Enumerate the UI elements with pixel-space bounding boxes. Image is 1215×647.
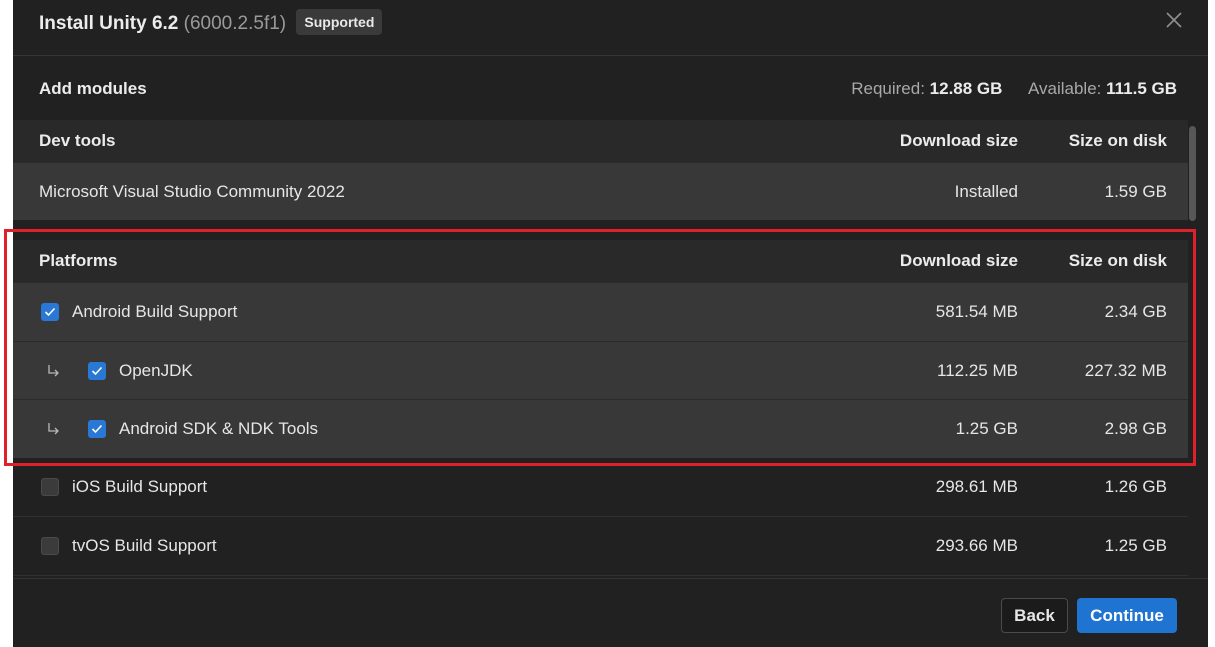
supported-badge: Supported <box>296 9 383 35</box>
check-icon <box>91 366 103 375</box>
module-name: OpenJDK <box>119 360 193 380</box>
space-summary: Required: 12.88 GB Available: 111.5 GB <box>851 79 1177 99</box>
required-label: Required: <box>851 79 925 98</box>
openjdk-checkbox[interactable] <box>88 361 106 380</box>
android-build-support-checkbox[interactable] <box>41 303 59 321</box>
check-icon <box>44 307 56 317</box>
module-disk-size: 1.25 GB <box>1104 536 1167 555</box>
dev-tools-disk-col: Size on disk <box>1068 131 1167 150</box>
module-disk-size: 2.34 GB <box>1104 302 1167 321</box>
module-disk-size: 2.98 GB <box>1104 419 1167 438</box>
module-download-size: 298.61 MB <box>935 477 1018 496</box>
list-item-visual-studio: Microsoft Visual Studio Community 2022 I… <box>13 162 1188 220</box>
title-main: Install Unity 6.2 <box>39 13 179 34</box>
dialog-title: Install Unity 6.2 (6000.2.5f1) Supported <box>39 9 383 35</box>
list-item-openjdk[interactable]: OpenJDK 112.25 MB 227.32 MB <box>13 341 1188 399</box>
modules-scrollbar[interactable] <box>1189 126 1196 577</box>
title-version: (6000.2.5f1) <box>183 13 287 34</box>
module-disk-size: 227.32 MB <box>1084 360 1167 380</box>
modules-list[interactable]: Dev tools Download size Size on disk Mic… <box>13 120 1188 578</box>
continue-button[interactable]: Continue <box>1077 598 1177 633</box>
ios-build-support-checkbox[interactable] <box>41 478 59 496</box>
module-name: Microsoft Visual Studio Community 2022 <box>39 181 345 201</box>
module-download-size: 1.25 GB <box>955 419 1018 438</box>
platforms-download-col: Download size <box>899 251 1018 270</box>
dev-tools-title: Dev tools <box>39 131 116 150</box>
sub-item-arrow-icon <box>48 364 59 376</box>
platforms-disk-col: Size on disk <box>1068 251 1167 270</box>
module-name: iOS Build Support <box>72 477 208 496</box>
module-disk-size: 1.59 GB <box>1104 181 1167 201</box>
install-dialog: Install Unity 6.2 (6000.2.5f1) Supported… <box>13 0 1208 647</box>
platforms-title: Platforms <box>39 251 118 270</box>
scrollbar-thumb[interactable] <box>1189 126 1196 221</box>
add-modules-label: Add modules <box>39 79 147 98</box>
module-name: tvOS Build Support <box>72 536 217 555</box>
tvos-build-support-checkbox[interactable] <box>41 537 59 555</box>
module-download-size: 581.54 MB <box>935 302 1018 321</box>
available-value: 111.5 GB <box>1106 79 1177 98</box>
available-label: Available: <box>1027 79 1102 98</box>
list-item-ios-build-support[interactable]: iOS Build Support 298.61 MB 1.26 GB <box>13 458 1188 517</box>
module-download-size: 293.66 MB <box>935 536 1018 555</box>
close-icon[interactable] <box>1164 10 1184 30</box>
dialog-footer: Back Continue <box>13 578 1208 647</box>
module-disk-size: 1.26 GB <box>1104 477 1167 496</box>
check-icon <box>91 424 103 434</box>
add-modules-bar: Add modules Required: 12.88 GB Available… <box>13 56 1208 120</box>
section-gap <box>13 220 1188 240</box>
android-sdk-ndk-checkbox[interactable] <box>88 420 106 438</box>
dev-tools-header: Dev tools Download size Size on disk <box>13 120 1188 162</box>
dialog-titlebar: Install Unity 6.2 (6000.2.5f1) Supported <box>13 0 1208 56</box>
list-item-android-build-support[interactable]: Android Build Support 581.54 MB 2.34 GB <box>13 282 1188 341</box>
platforms-header: Platforms Download size Size on disk <box>13 240 1188 282</box>
module-name: Android Build Support <box>72 302 238 321</box>
list-item-android-sdk-ndk[interactable]: Android SDK & NDK Tools 1.25 GB 2.98 GB <box>13 399 1188 458</box>
back-button[interactable]: Back <box>1001 598 1068 633</box>
required-value: 12.88 GB <box>929 79 1003 98</box>
module-download-size: Installed <box>954 181 1018 201</box>
list-item-tvos-build-support[interactable]: tvOS Build Support 293.66 MB 1.25 GB <box>13 517 1188 576</box>
module-name: Android SDK & NDK Tools <box>119 419 319 438</box>
sub-item-arrow-icon <box>48 423 59 435</box>
module-download-size: 112.25 MB <box>937 360 1018 380</box>
dev-tools-download-col: Download size <box>899 131 1018 150</box>
